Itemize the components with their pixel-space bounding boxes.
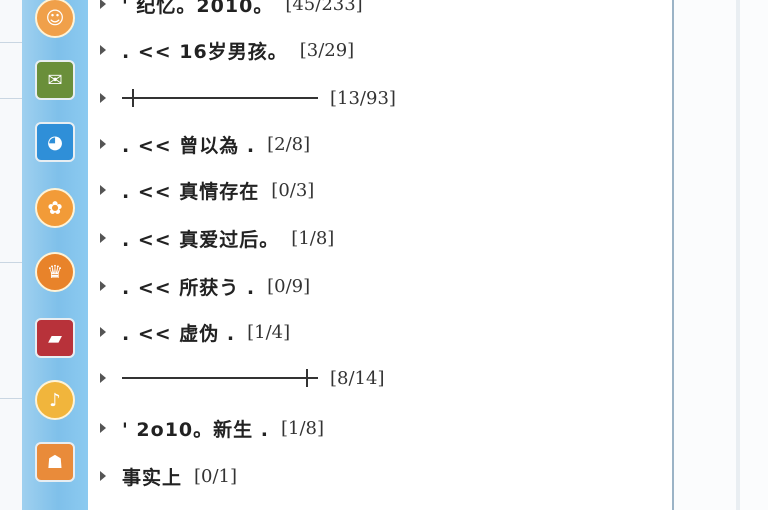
- group-online-count: [1/8]: [280, 417, 324, 439]
- group-row[interactable]: 事实上 [0/1]: [88, 456, 668, 496]
- group-online-count: [0/9]: [267, 275, 311, 297]
- expand-arrow-icon[interactable]: [100, 423, 106, 433]
- group-name: [122, 89, 318, 107]
- group-row[interactable]: . << 真情存在 [0/3]: [88, 170, 668, 210]
- app-icon-bar: ☺ ✉ ◕ ✿ ♛ ▰ ♪ ☗: [22, 0, 88, 510]
- group-name: . << 所获う .: [122, 276, 256, 299]
- group-row[interactable]: . << 曾以為 . [2/8]: [88, 124, 668, 164]
- expand-arrow-icon[interactable]: [100, 45, 106, 55]
- group-online-count: [2/8]: [267, 133, 311, 155]
- group-name: . << 16岁男孩。: [122, 40, 288, 63]
- chat-icon[interactable]: ◕: [35, 122, 75, 162]
- expand-arrow-icon[interactable]: [100, 327, 106, 337]
- music-icon[interactable]: ♪: [35, 380, 75, 420]
- group-row[interactable]: ' 2o10。新生 . [1/8]: [88, 408, 668, 448]
- group-name: [122, 369, 318, 387]
- group-online-count: [1/4]: [247, 321, 291, 343]
- pet-icon[interactable]: ✿: [35, 188, 75, 228]
- expand-arrow-icon[interactable]: [100, 139, 106, 149]
- expand-arrow-icon[interactable]: [100, 233, 106, 243]
- group-name: . << 曾以為 .: [122, 134, 256, 157]
- group-online-count: [13/93]: [330, 87, 396, 109]
- scroll-rail[interactable]: [736, 0, 740, 510]
- group-online-count: [8/14]: [330, 367, 385, 389]
- group-row[interactable]: [13/93]: [88, 78, 668, 118]
- expand-arrow-icon[interactable]: [100, 93, 106, 103]
- group-name: 事实上: [122, 466, 183, 489]
- group-row[interactable]: . << 真爱过后。 [1/8]: [88, 218, 668, 258]
- group-name: ' 纪忆。2010。: [122, 0, 274, 17]
- group-online-count: [45/233]: [285, 0, 363, 15]
- group-name: ' 2o10。新生 .: [122, 418, 269, 441]
- group-online-count: [3/29]: [299, 39, 355, 61]
- group-name: . << 虚伪 .: [122, 322, 236, 345]
- contact-detail-edge: [0, 0, 23, 510]
- group-online-count: [1/8]: [291, 227, 335, 249]
- mail-icon[interactable]: ✉: [35, 60, 75, 100]
- expand-arrow-icon[interactable]: [100, 281, 106, 291]
- qzone-icon[interactable]: ☺: [35, 0, 75, 38]
- show-icon[interactable]: ▰: [35, 318, 75, 358]
- group-row[interactable]: . << 16岁男孩。 [3/29]: [88, 30, 668, 70]
- group-row[interactable]: . << 所获う . [0/9]: [88, 266, 668, 306]
- group-row[interactable]: ' 纪忆。2010。 [45/233]: [88, 0, 668, 24]
- group-online-count: [0/1]: [194, 465, 238, 487]
- group-online-count: [0/3]: [271, 179, 315, 201]
- group-row[interactable]: . << 虚伪 . [1/4]: [88, 312, 668, 352]
- expand-arrow-icon[interactable]: [100, 185, 106, 195]
- expand-arrow-icon[interactable]: [100, 0, 106, 9]
- group-name: . << 真情存在: [122, 180, 260, 203]
- game-icon[interactable]: ♛: [35, 252, 75, 292]
- expand-arrow-icon[interactable]: [100, 373, 106, 383]
- right-gutter: [674, 0, 768, 510]
- app-icon[interactable]: ☗: [35, 442, 75, 482]
- group-row[interactable]: [8/14]: [88, 358, 668, 398]
- group-name: . << 真爱过后。: [122, 228, 280, 251]
- expand-arrow-icon[interactable]: [100, 471, 106, 481]
